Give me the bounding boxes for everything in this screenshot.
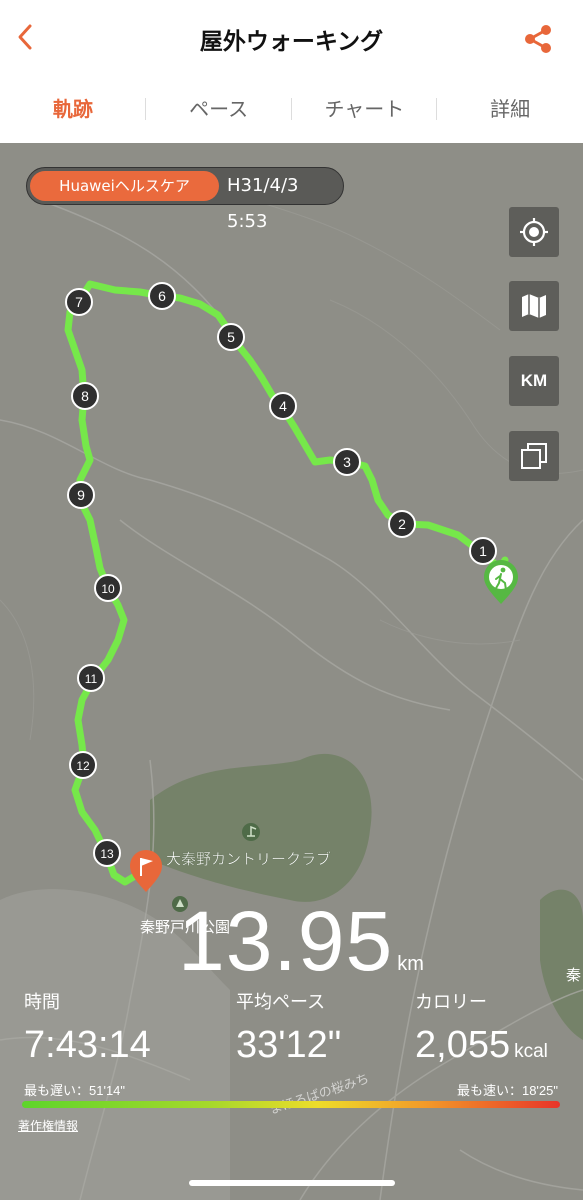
km-marker-label: 2 — [398, 516, 406, 532]
data-source-pill: Huaweiヘルスケア H31/4/3 5:53 — [26, 167, 344, 232]
km-marker-7: 7 — [65, 288, 93, 316]
km-toggle-button[interactable]: KM — [509, 356, 559, 406]
tab-pace[interactable]: ペース — [146, 88, 292, 130]
km-marker-11: 11 — [77, 664, 105, 692]
edge-place-label: 秦 — [566, 966, 581, 984]
km-marker-label: 4 — [279, 398, 287, 414]
time-label: 時間 — [24, 992, 60, 1012]
km-marker-label: 1 — [479, 543, 487, 559]
total-distance: 13.95 km — [178, 893, 424, 990]
workout-datetime: H31/4/3 5:53 — [227, 175, 299, 232]
km-marker-label: 10 — [101, 582, 115, 596]
map-type-icon — [522, 294, 546, 318]
km-marker-3: 3 — [333, 448, 361, 476]
app-header: 屋外ウォーキング 軌跡 ペース チャート 詳細 — [0, 0, 583, 143]
pace-label: 平均ペース — [236, 992, 326, 1012]
km-marker-8: 8 — [71, 382, 99, 410]
km-marker-13: 13 — [93, 839, 121, 867]
tab-bar: 軌跡 ペース チャート 詳細 — [0, 88, 583, 130]
km-marker-label: 13 — [100, 847, 114, 861]
golf-club-label: 大秦野カントリークラブ — [166, 850, 331, 868]
page-title: 屋外ウォーキング — [199, 29, 384, 55]
km-marker-9: 9 — [67, 481, 95, 509]
layers-button[interactable] — [509, 431, 559, 481]
km-toggle-label: KM — [520, 371, 548, 390]
source-app-tag: Huaweiヘルスケア — [30, 171, 219, 201]
tab-track[interactable]: 軌跡 — [0, 88, 146, 130]
pace-value: 33'12" — [236, 1024, 342, 1066]
km-marker-6: 6 — [148, 282, 176, 310]
fastest-pace-label: 最も速い：18'25" — [456, 1083, 558, 1098]
share-icon — [525, 25, 551, 53]
locate-button[interactable] — [509, 207, 559, 257]
share-button[interactable] — [521, 22, 555, 56]
time-stat: 時間 7:43:14 — [24, 988, 151, 1067]
layers-icon — [521, 443, 547, 469]
home-indicator[interactable] — [189, 1180, 395, 1186]
time-value: 7:43:14 — [24, 1024, 151, 1066]
km-marker-5: 5 — [217, 323, 245, 351]
distance-unit: km — [397, 953, 424, 975]
copyright-link[interactable]: 著作権情報 — [18, 1117, 78, 1134]
km-marker-1: 1 — [469, 537, 497, 565]
distance-value: 13.95 — [178, 894, 394, 988]
km-marker-2: 2 — [388, 510, 416, 538]
locate-icon — [520, 218, 548, 246]
km-marker-label: 11 — [85, 672, 98, 686]
calorie-value: 2,055 — [415, 1024, 511, 1066]
km-marker-label: 12 — [76, 759, 90, 773]
calorie-label: カロリー — [415, 992, 487, 1012]
slowest-pace-label: 最も遅い：51'14" — [24, 1083, 126, 1098]
km-marker-label: 9 — [77, 487, 85, 503]
km-marker-label: 5 — [227, 329, 235, 345]
tab-chart[interactable]: チャート — [292, 88, 438, 130]
calorie-unit: kcal — [514, 1041, 548, 1062]
calorie-stat: カロリー 2,055 kcal — [415, 988, 548, 1067]
km-marker-label: 6 — [158, 288, 166, 304]
km-marker-4: 4 — [269, 392, 297, 420]
km-marker-label: 8 — [81, 388, 89, 404]
km-marker-10: 10 — [94, 574, 122, 602]
pace-stat: 平均ペース 33'12" — [236, 988, 341, 1067]
km-marker-12: 12 — [69, 751, 97, 779]
map-type-button[interactable] — [509, 281, 559, 331]
pace-gradient-bar — [22, 1101, 560, 1108]
tab-details[interactable]: 詳細 — [437, 88, 583, 130]
km-marker-label: 3 — [343, 454, 351, 470]
km-marker-label: 7 — [75, 294, 83, 310]
